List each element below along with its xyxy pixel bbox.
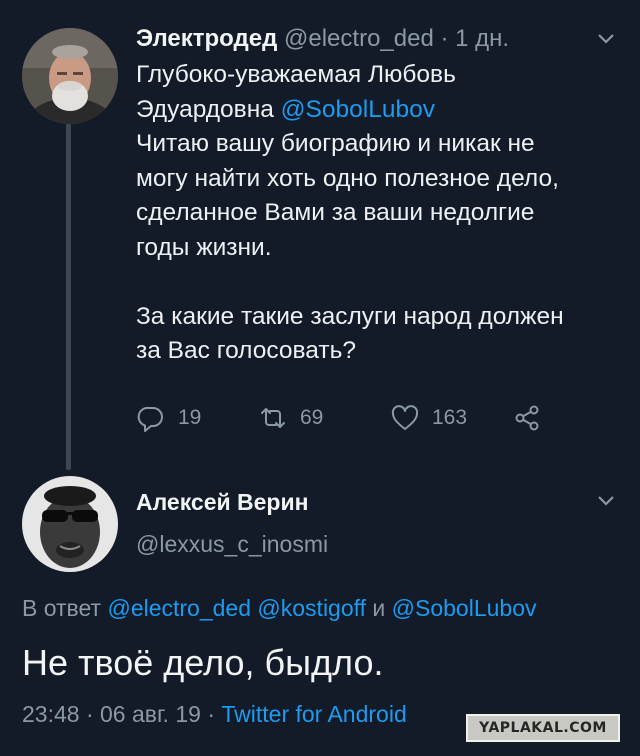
reply-timestamp[interactable]: 23:48 · 06 авг. 19 · — [22, 701, 215, 727]
tweet-line: годы жизни. — [136, 233, 272, 261]
mention-link[interactable]: @electro_ded — [107, 595, 251, 621]
tweet-line: За какие такие заслуги народ должен — [136, 302, 564, 330]
retweet-button[interactable]: 69 — [258, 400, 323, 436]
tweet-line: Читаю вашу биографию и никак не — [136, 130, 535, 157]
thread-connector-line — [66, 122, 71, 470]
reply-footer: 23:48 · 06 авг. 19 · Twitter for Android — [22, 698, 407, 730]
share-icon — [515, 405, 539, 431]
chevron-down-icon[interactable] — [596, 494, 616, 508]
retweet-count: 69 — [300, 406, 324, 429]
mention-link[interactable]: @kostigoff — [257, 595, 366, 621]
like-button[interactable]: 163 — [390, 400, 467, 436]
chevron-down-icon[interactable] — [596, 32, 616, 46]
reply-author-name[interactable]: Алексей Верин — [136, 486, 309, 518]
tweet-actions: 19 69 163 — [136, 400, 576, 436]
like-icon — [391, 405, 419, 430]
reply-author-handle[interactable]: @lexxus_c_inosmi — [136, 528, 328, 560]
reply-button[interactable]: 19 — [136, 400, 201, 436]
tweet-header: Электродед @electro_ded · 1 дн. — [136, 22, 509, 56]
tweet-line: за Вас голосовать? — [136, 337, 356, 364]
reply-text: Не твоё дело, быдло. — [22, 642, 384, 683]
tweet-line: Эдуардовна @SobolLubov — [136, 93, 606, 128]
author-handle[interactable]: @electro_ded — [284, 25, 434, 52]
tweet-text: Глубоко-уважаемая Любовь Эдуардовна @Sob… — [136, 58, 606, 369]
reply-context: В ответ @electro_ded @kostigoff и @Sobol… — [22, 591, 537, 625]
reply-prefix: В ответ — [22, 595, 102, 621]
author-name[interactable]: Электродед — [136, 25, 277, 52]
avatar[interactable] — [22, 28, 118, 124]
timestamp[interactable]: · 1 дн. — [440, 25, 509, 52]
tweet-line-text: Эдуардовна — [136, 95, 281, 123]
reply-count: 19 — [178, 406, 202, 429]
avatar-photo-man-sunglasses — [22, 476, 118, 572]
reply-conjunction: и — [372, 595, 386, 621]
tweet-line: Глубоко-уважаемая Любовь — [136, 61, 456, 88]
like-count: 163 — [432, 406, 468, 429]
avatar[interactable] — [22, 476, 118, 572]
tweet-line: сделанное Вами за ваши недолгие — [136, 199, 535, 226]
watermark-logo: YAPLAKAL.COM — [466, 714, 620, 742]
tweet-line: могу найти хоть одно полезное дело, — [136, 164, 559, 192]
reply-icon — [137, 406, 163, 432]
mention-link[interactable]: @SobolLubov — [392, 595, 537, 621]
retweet-icon — [261, 408, 285, 428]
client-source-link[interactable]: Twitter for Android — [221, 701, 406, 727]
share-button[interactable] — [512, 400, 554, 436]
mention-link[interactable]: @SobolLubov — [281, 96, 435, 123]
avatar-photo-elderly-man — [22, 28, 118, 124]
